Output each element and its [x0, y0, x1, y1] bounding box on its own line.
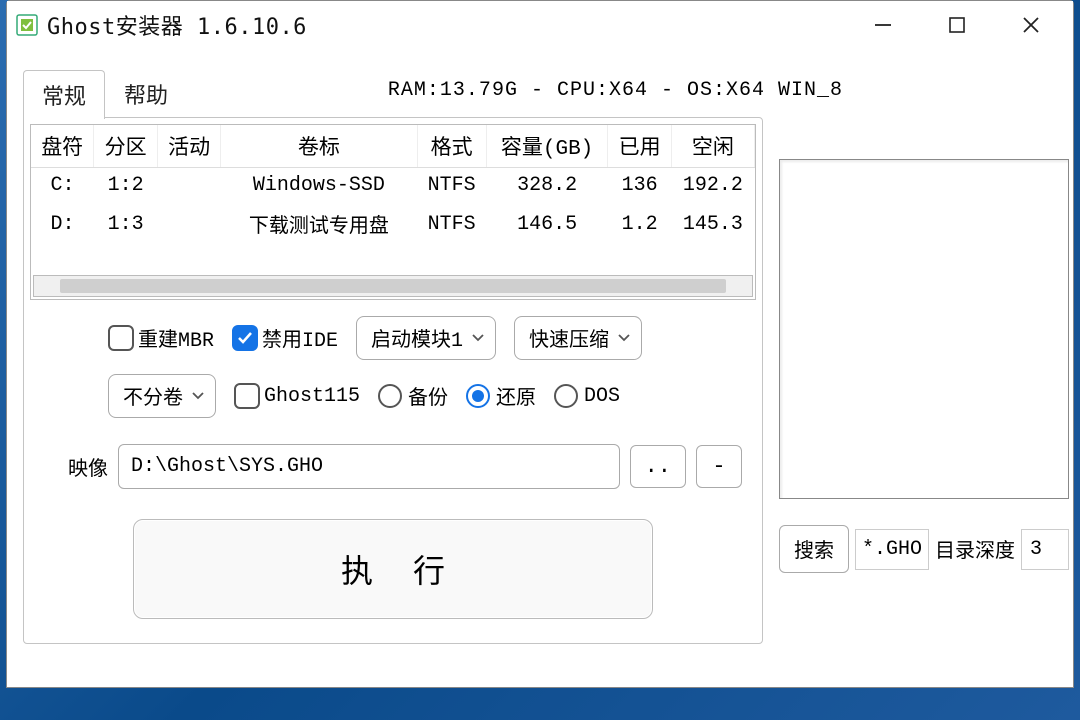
results-listbox[interactable] — [779, 159, 1069, 499]
window-title: Ghost安装器 1.6.10.6 — [47, 9, 307, 41]
select-split-volume[interactable]: 不分卷 — [108, 374, 216, 418]
left-column: 盘符 分区 活动 卷标 格式 容量(GB) 已用 空闲 — [28, 122, 758, 635]
checkbox-rebuild-mbr[interactable]: 重建MBR — [108, 323, 214, 353]
tab-general[interactable]: 常规 — [23, 70, 105, 119]
checkbox-ghost115-label: Ghost115 — [264, 385, 360, 408]
image-path-row: 映像 D:\Ghost\SYS.GHO .. - — [68, 444, 742, 489]
system-info: RAM:13.79G - CPU:X64 - OS:X64 WIN_8 — [388, 79, 843, 102]
checkbox-disable-ide[interactable]: 禁用IDE — [232, 323, 338, 353]
radio-dos[interactable]: DOS — [554, 384, 620, 408]
select-compression-value: 快速压缩 — [529, 323, 609, 353]
radio-restore-label: 还原 — [496, 381, 536, 411]
general-panel: 盘符 分区 活动 卷标 格式 容量(GB) 已用 空闲 — [23, 117, 763, 644]
window-controls — [863, 5, 1067, 45]
select-split-volume-value: 不分卷 — [123, 381, 183, 411]
table-row[interactable]: C: 1:2 Windows-SSD NTFS 328.2 136 192.2 — [31, 168, 755, 204]
chevron-down-icon — [471, 333, 485, 343]
search-button[interactable]: 搜索 — [779, 525, 849, 573]
close-button[interactable] — [1011, 5, 1051, 45]
image-path-input[interactable]: D:\Ghost\SYS.GHO — [118, 444, 620, 489]
checkbox-rebuild-mbr-label: 重建MBR — [138, 323, 214, 353]
checkbox-disable-ide-label: 禁用IDE — [262, 323, 338, 353]
execute-button[interactable]: 执行 — [133, 519, 653, 619]
maximize-button[interactable] — [937, 5, 977, 45]
partition-table[interactable]: 盘符 分区 活动 卷标 格式 容量(GB) 已用 空闲 — [30, 124, 756, 300]
chevron-down-icon — [191, 391, 205, 401]
radio-backup[interactable]: 备份 — [378, 381, 448, 411]
checkbox-ghost115[interactable]: Ghost115 — [234, 383, 360, 409]
client-area: RAM:13.79G - CPU:X64 - OS:X64 WIN_8 常规 帮… — [7, 49, 1073, 687]
col-label: 卷标 — [221, 125, 417, 168]
app-window: Ghost安装器 1.6.10.6 RAM:13.79G - CPU:X64 -… — [6, 0, 1074, 688]
search-row: 搜索 *.GHO 目录深度 3 — [779, 525, 1069, 573]
radio-backup-label: 备份 — [408, 381, 448, 411]
options-area: 重建MBR 禁用IDE 启动模块1 快速压缩 — [28, 300, 758, 426]
col-active: 活动 — [157, 125, 220, 168]
col-fs: 格式 — [417, 125, 486, 168]
depth-input[interactable]: 3 — [1021, 529, 1069, 570]
image-label: 映像 — [68, 452, 108, 481]
titlebar: Ghost安装器 1.6.10.6 — [7, 1, 1073, 49]
tab-help[interactable]: 帮助 — [105, 69, 187, 118]
select-compression[interactable]: 快速压缩 — [514, 316, 642, 360]
table-header-row: 盘符 分区 活动 卷标 格式 容量(GB) 已用 空闲 — [31, 125, 755, 168]
select-boot-module-value: 启动模块1 — [371, 323, 463, 353]
minimize-button[interactable] — [863, 5, 903, 45]
radio-dos-label: DOS — [584, 385, 620, 408]
col-drive: 盘符 — [31, 125, 94, 168]
app-icon — [15, 13, 39, 37]
depth-label: 目录深度 — [935, 534, 1015, 564]
col-free: 空闲 — [671, 125, 754, 168]
select-boot-module[interactable]: 启动模块1 — [356, 316, 496, 360]
col-partition: 分区 — [94, 125, 157, 168]
horizontal-scrollbar[interactable] — [33, 275, 753, 297]
table-row[interactable]: D: 1:3 下载测试专用盘 NTFS 146.5 1.2 145.3 — [31, 203, 755, 245]
search-pattern-input[interactable]: *.GHO — [855, 529, 929, 570]
col-used: 已用 — [608, 125, 671, 168]
right-panel: 搜索 *.GHO 目录深度 3 — [779, 159, 1069, 573]
scrollbar-thumb[interactable] — [60, 279, 726, 293]
browse-button[interactable]: .. — [630, 445, 686, 488]
clear-button[interactable]: - — [696, 445, 742, 488]
radio-restore[interactable]: 还原 — [466, 381, 536, 411]
col-capacity: 容量(GB) — [486, 125, 608, 168]
chevron-down-icon — [617, 333, 631, 343]
table-empty-row — [31, 245, 755, 273]
